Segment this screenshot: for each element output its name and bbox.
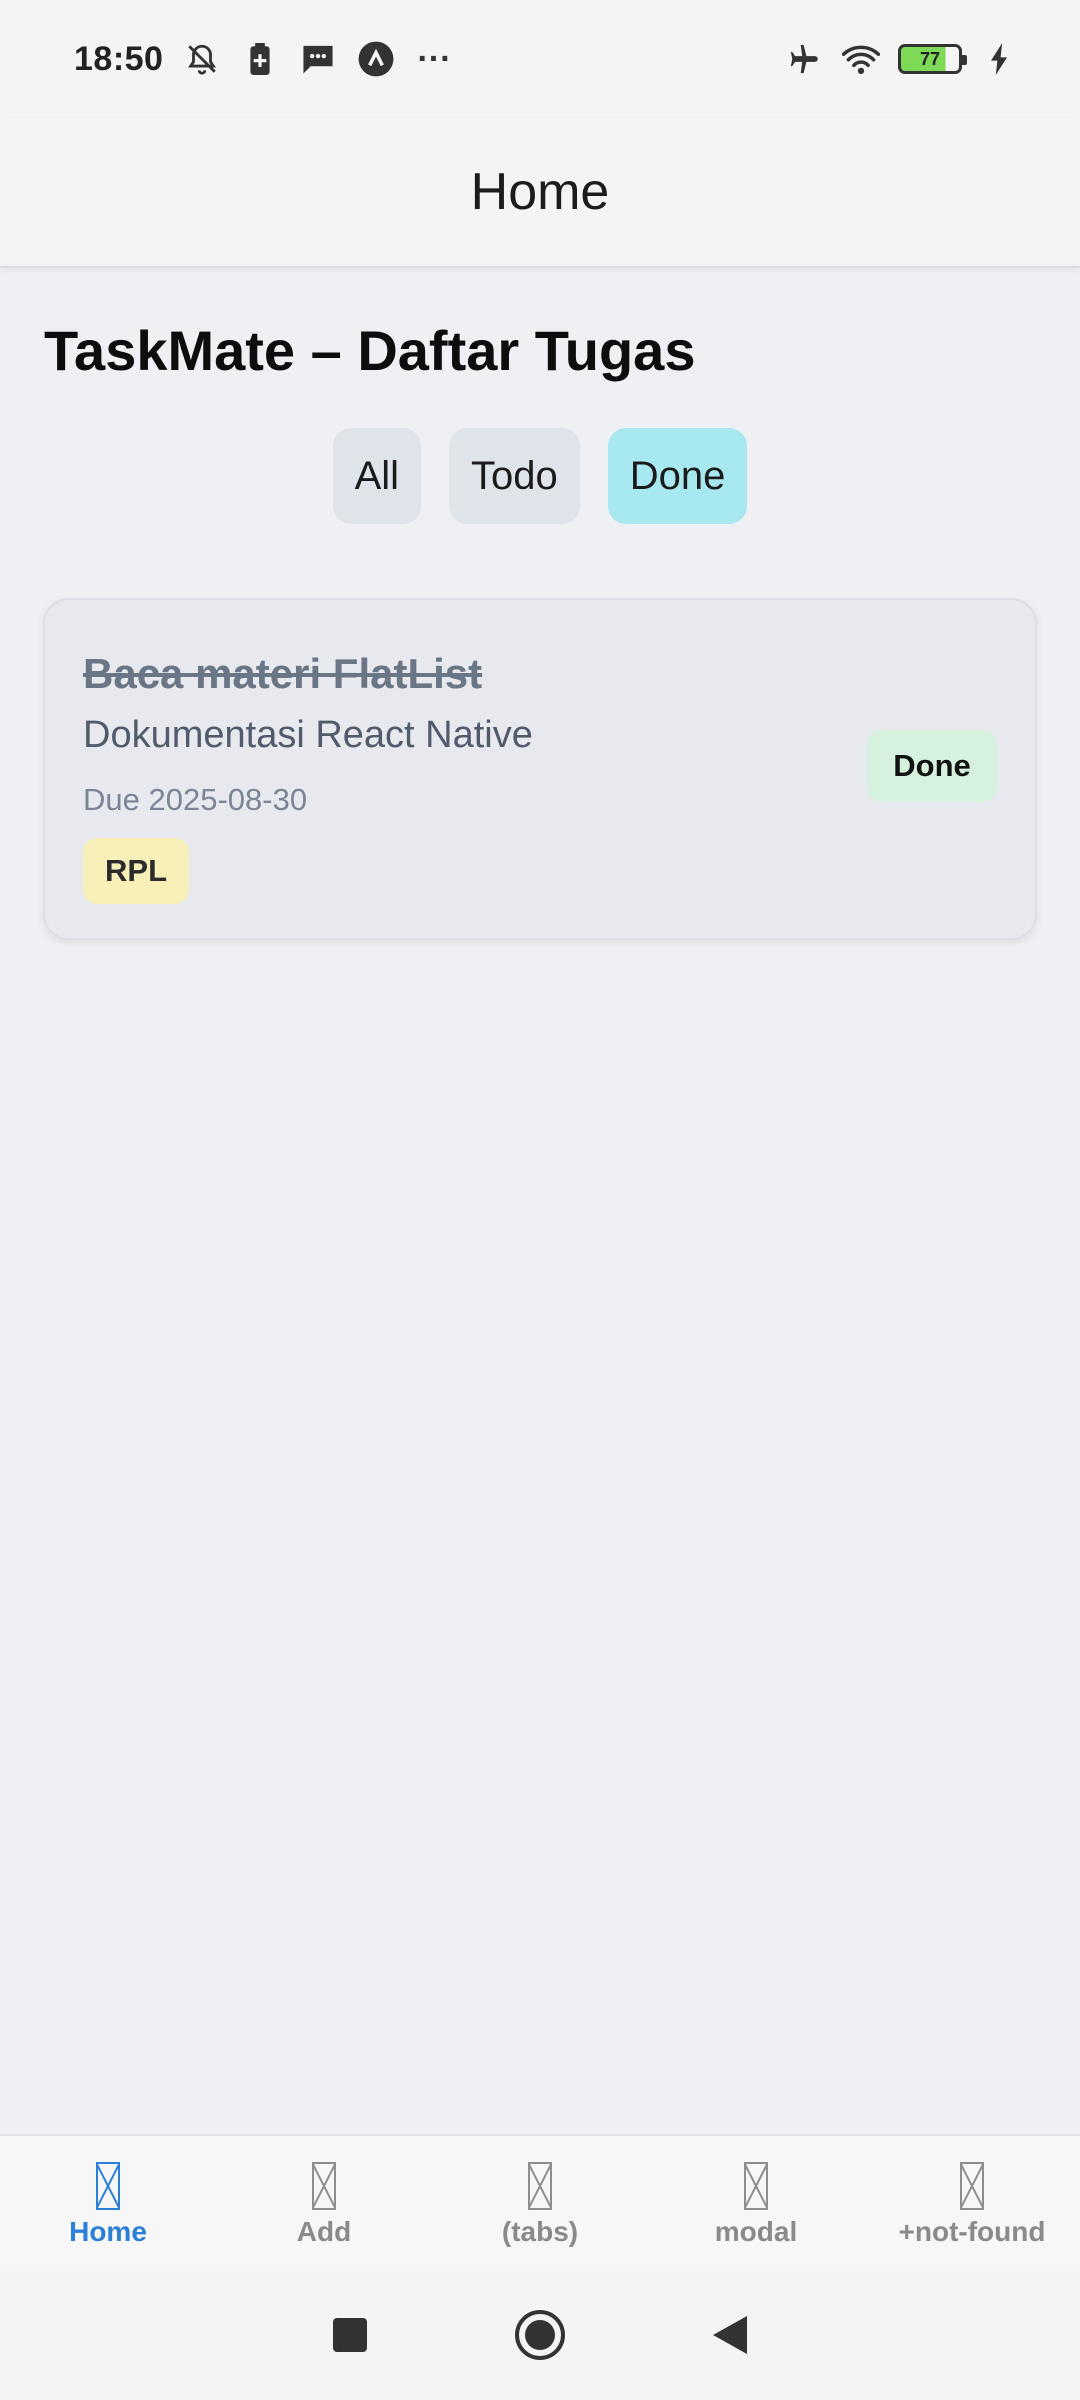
tab-label: (tabs) bbox=[501, 2216, 579, 2247]
placeholder-icon bbox=[312, 2162, 336, 2210]
filter-group: All Todo Done bbox=[0, 428, 1080, 524]
tab-modal[interactable]: modal bbox=[648, 2136, 864, 2270]
task-status-toggle[interactable]: Done bbox=[867, 730, 997, 802]
status-bar: 18:50 ··· 77 bbox=[0, 0, 1080, 118]
filter-todo-button[interactable]: Todo bbox=[449, 428, 580, 524]
task-title: Baca materi FlatList bbox=[83, 650, 483, 697]
tab-tabs[interactable]: (tabs) bbox=[432, 2136, 648, 2270]
app-logo-icon bbox=[357, 40, 395, 78]
filter-done-button[interactable]: Done bbox=[607, 428, 748, 524]
placeholder-icon bbox=[528, 2162, 552, 2210]
task-tag: RPL bbox=[83, 838, 189, 904]
filter-all-button[interactable]: All bbox=[332, 428, 422, 524]
back-button[interactable] bbox=[700, 2305, 760, 2365]
task-card[interactable]: Baca materi FlatList Dokumentasi React N… bbox=[43, 598, 1037, 940]
tab-label: Add bbox=[296, 2216, 352, 2247]
recents-button[interactable] bbox=[320, 2305, 380, 2365]
task-due-date: Due 2025-08-30 bbox=[83, 782, 308, 817]
task-description: Dokumentasi React Native bbox=[83, 714, 533, 756]
more-icon: ··· bbox=[417, 39, 452, 78]
message-icon bbox=[299, 40, 337, 78]
tab-label: +not-found bbox=[898, 2216, 1046, 2247]
placeholder-icon bbox=[96, 2162, 120, 2210]
charging-icon bbox=[980, 40, 1018, 78]
airplane-mode-icon bbox=[786, 40, 824, 78]
wifi-icon bbox=[842, 40, 880, 78]
tab-label: Home bbox=[69, 2216, 147, 2247]
tab-bar: Home Add (tabs) modal +not-found bbox=[0, 2134, 1080, 2270]
header-title: Home bbox=[470, 163, 610, 221]
page-title: TaskMate – Daftar Tugas bbox=[44, 319, 696, 382]
tab-add[interactable]: Add bbox=[216, 2136, 432, 2270]
home-button[interactable] bbox=[510, 2305, 570, 2365]
notifications-off-icon bbox=[183, 40, 221, 78]
battery-icon: 77 bbox=[898, 44, 967, 74]
tab-home[interactable]: Home bbox=[0, 2136, 216, 2270]
battery-level: 77 bbox=[919, 48, 941, 69]
system-nav-bar bbox=[0, 2270, 1080, 2400]
status-time: 18:50 bbox=[74, 39, 164, 78]
tab-not-found[interactable]: +not-found bbox=[864, 2136, 1080, 2270]
placeholder-icon bbox=[744, 2162, 768, 2210]
battery-saver-icon bbox=[241, 40, 279, 78]
tab-label: modal bbox=[714, 2216, 798, 2247]
placeholder-icon bbox=[960, 2162, 984, 2210]
main-content: TaskMate – Daftar Tugas All Todo Done Ba… bbox=[0, 270, 1080, 2132]
app-header: Home bbox=[0, 118, 1080, 268]
